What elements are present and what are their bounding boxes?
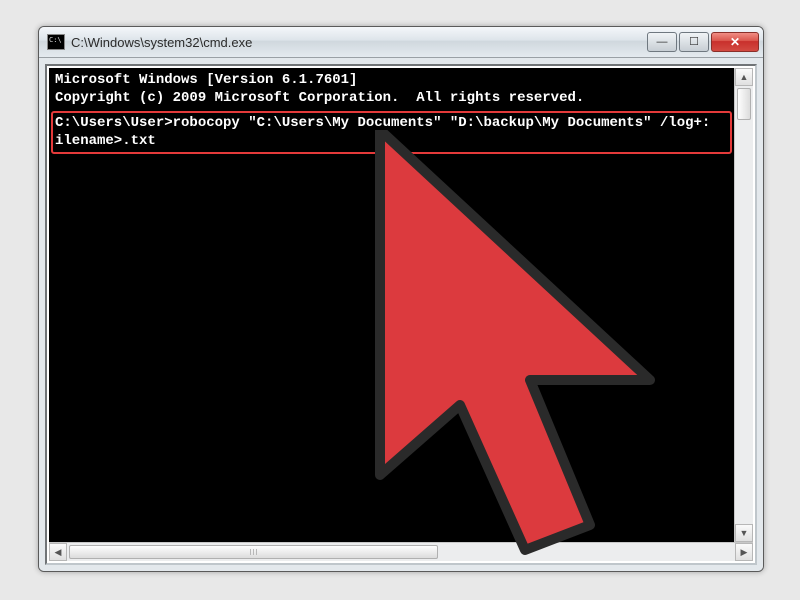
scroll-down-button[interactable]: ▼ <box>735 524 753 542</box>
minimize-button[interactable]: — <box>647 32 677 52</box>
close-icon: ✕ <box>730 36 740 48</box>
cmd-icon <box>47 34 65 50</box>
banner-line-2: Copyright (c) 2009 Microsoft Corporation… <box>55 90 584 106</box>
command-highlight: C:\Users\User>robocopy "C:\Users\My Docu… <box>51 111 732 154</box>
banner-line-1: Microsoft Windows [Version 6.1.7601] <box>55 72 357 88</box>
prompt: C:\Users\User> <box>55 115 173 131</box>
scroll-left-button[interactable]: ◀ <box>49 543 67 561</box>
command-text-1: robocopy "C:\Users\My Documents" "D:\bac… <box>173 115 711 131</box>
scroll-up-button[interactable]: ▲ <box>735 68 753 86</box>
horizontal-scroll-track[interactable] <box>67 543 735 561</box>
titlebar[interactable]: C:\Windows\system32\cmd.exe — ☐ ✕ <box>39 27 763 58</box>
scroll-right-button[interactable]: ▶ <box>735 543 753 561</box>
minimize-icon: — <box>657 37 668 48</box>
desktop: C:\Windows\system32\cmd.exe — ☐ ✕ Micros… <box>0 0 800 600</box>
vertical-scroll-thumb[interactable] <box>737 88 751 120</box>
cmd-window: C:\Windows\system32\cmd.exe — ☐ ✕ Micros… <box>38 26 764 572</box>
vertical-scrollbar[interactable]: ▲ ▼ <box>734 68 753 542</box>
close-button[interactable]: ✕ <box>711 32 759 52</box>
client-area: Microsoft Windows [Version 6.1.7601] Cop… <box>39 58 763 571</box>
horizontal-scroll-thumb[interactable] <box>69 545 438 559</box>
console-output[interactable]: Microsoft Windows [Version 6.1.7601] Cop… <box>49 68 734 542</box>
window-controls: — ☐ ✕ <box>647 32 759 52</box>
command-text-2: ilename>.txt <box>55 133 156 149</box>
horizontal-scrollbar[interactable]: ◀ ▶ <box>49 542 753 561</box>
window-title: C:\Windows\system32\cmd.exe <box>71 35 647 50</box>
vertical-scroll-track[interactable] <box>735 86 753 524</box>
maximize-icon: ☐ <box>689 37 699 48</box>
console-frame: Microsoft Windows [Version 6.1.7601] Cop… <box>45 64 757 565</box>
maximize-button[interactable]: ☐ <box>679 32 709 52</box>
